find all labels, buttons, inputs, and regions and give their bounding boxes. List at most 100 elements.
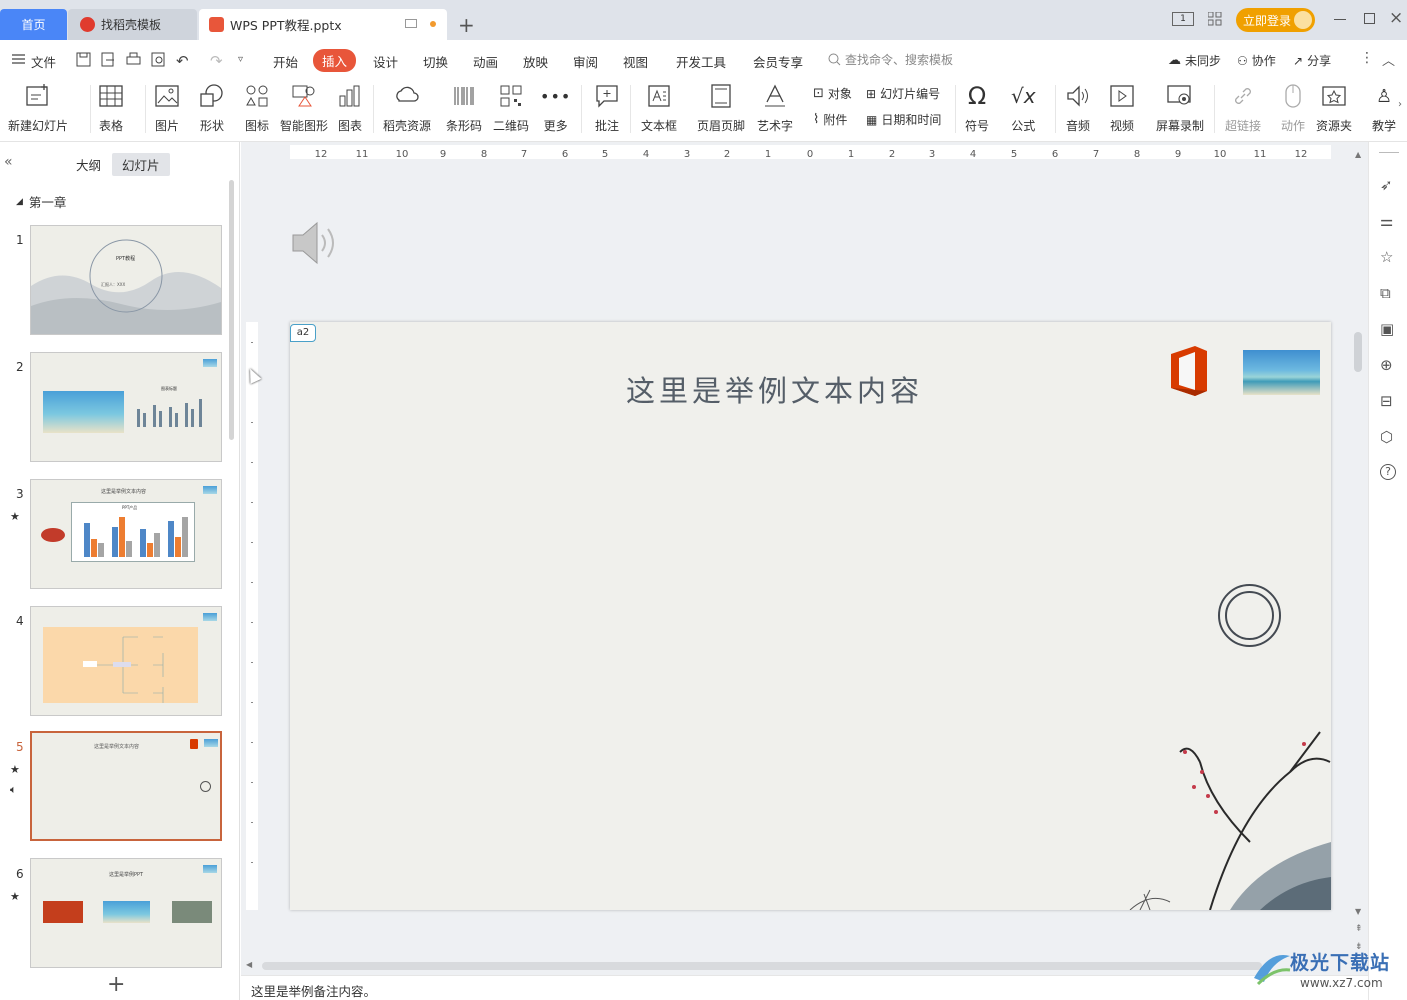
video-button[interactable]: 视频 xyxy=(1110,81,1134,134)
close-button[interactable]: × xyxy=(1389,8,1403,28)
layout-switch-icon[interactable]: 1 xyxy=(1172,12,1194,26)
hyperlink-button[interactable]: 超链接 xyxy=(1225,81,1261,134)
shape-button[interactable]: 形状 xyxy=(199,81,225,134)
collapse-ribbon-icon[interactable]: ︿ xyxy=(1382,50,1395,69)
tab-slides[interactable]: 幻灯片 xyxy=(112,153,170,176)
undo-icon[interactable]: ↶ xyxy=(176,52,189,70)
rocket-icon[interactable]: ➶ xyxy=(1380,176,1393,194)
picture-button[interactable]: 图片 xyxy=(155,81,179,134)
object-button[interactable]: ⊡ 对象 xyxy=(813,85,852,102)
more-button[interactable]: ••• 更多 xyxy=(540,81,571,134)
menu-slideshow[interactable]: 放映 xyxy=(523,52,548,71)
tab-template-store[interactable]: 找稻壳模板 xyxy=(68,9,197,40)
share-button[interactable]: ↗ 分享 xyxy=(1293,52,1331,69)
maximize-button[interactable] xyxy=(1364,13,1375,24)
prev-slide-icon[interactable]: ⇞ xyxy=(1355,924,1363,934)
section-header[interactable]: ◢ 第一章 xyxy=(16,192,66,211)
office-logo[interactable] xyxy=(1167,344,1211,398)
formula-button[interactable]: √x 公式 xyxy=(1011,81,1036,134)
animation-star-icon[interactable]: ★ xyxy=(10,763,20,776)
panel-scrollbar[interactable] xyxy=(229,180,234,440)
menu-start[interactable]: 开始 xyxy=(273,52,298,71)
tab-home[interactable]: 首页 xyxy=(0,9,67,40)
ink-plum-blossom-image[interactable] xyxy=(1090,692,1331,910)
animation-star-icon[interactable]: ★ xyxy=(10,890,20,903)
print-preview-icon[interactable] xyxy=(151,52,166,67)
collab-button[interactable]: ⚇ 协作 xyxy=(1237,52,1276,69)
symbol-button[interactable]: Ω 符号 xyxy=(965,81,989,134)
collapse-panel-icon[interactable]: « xyxy=(4,154,13,170)
resource-folder-button[interactable]: 资源夹 xyxy=(1316,81,1352,134)
audio-button[interactable]: 音频 xyxy=(1065,81,1091,134)
slide-thumbnail-1[interactable]: PPT教程 汇报人：XXX xyxy=(30,225,222,335)
horizontal-ruler[interactable]: 12 11 10 9 8 7 6 5 4 3 2 1 0 1 2 3 4 5 6 7 8 9 10 11 12 xyxy=(290,145,1331,159)
animation-star-outline-icon[interactable]: ☆ xyxy=(1380,248,1393,266)
barcode-button[interactable]: 条形码 xyxy=(446,81,482,134)
sync-button[interactable]: ☁ 未同步 xyxy=(1168,52,1221,69)
table-button[interactable]: 表格 xyxy=(99,81,123,134)
smart-shape-button[interactable]: 智能图形 xyxy=(280,81,328,134)
action-button[interactable]: 动作 xyxy=(1281,81,1305,134)
audio-speaker-icon[interactable] xyxy=(290,219,342,267)
notes-area[interactable]: 这里是举例备注内容。 xyxy=(241,975,1368,1000)
teach-button[interactable]: ♙ 教学 xyxy=(1372,81,1396,134)
ring-shape[interactable] xyxy=(1218,584,1281,647)
qrcode-button[interactable]: 二维码 xyxy=(493,81,529,134)
comment-button[interactable]: 批注 xyxy=(595,81,619,134)
image-adjust-icon[interactable]: ▣ xyxy=(1380,320,1394,338)
save-icon[interactable] xyxy=(76,52,91,67)
search-command[interactable]: 查找命令、搜索模板 xyxy=(828,51,953,68)
textbox-button[interactable]: 文本框 xyxy=(641,81,677,134)
slide-switch-icon[interactable]: ⧉ xyxy=(1380,284,1391,302)
new-tab-button[interactable]: + xyxy=(458,13,475,37)
add-slide-button[interactable]: + xyxy=(107,972,125,997)
animation-star-icon[interactable]: ★ xyxy=(10,510,20,523)
help-icon[interactable]: ? xyxy=(1380,464,1396,480)
datetime-button[interactable]: ▦ 日期和时间 xyxy=(866,111,941,128)
slide-thumbnail-2[interactable]: 图表标题 xyxy=(30,352,222,462)
tab-outline[interactable]: 大纲 xyxy=(76,155,101,174)
slide-title[interactable]: 这里是举例文本内容 xyxy=(626,368,923,410)
menu-insert[interactable]: 插入 xyxy=(313,49,357,72)
tab-document[interactable]: WPS PPT教程.pptx xyxy=(199,9,447,40)
monitor-icon[interactable] xyxy=(405,19,417,28)
current-slide[interactable]: a2 这里是举例文本内容 xyxy=(290,322,1331,910)
editor-scroll-down-icon[interactable]: ▼ xyxy=(1355,907,1361,916)
icon-button[interactable]: 图标 xyxy=(245,81,269,134)
redo-icon[interactable]: ↷ xyxy=(210,52,223,70)
login-button[interactable]: 立即登录 xyxy=(1236,8,1315,32)
editor-vertical-scrollbar[interactable] xyxy=(1354,332,1362,372)
slide-number-button[interactable]: ⊞ 幻灯片编号 xyxy=(866,85,940,102)
menu-design[interactable]: 设计 xyxy=(373,52,398,71)
cube-icon[interactable]: ⬡ xyxy=(1380,428,1393,446)
screen-record-button[interactable]: 屏幕录制 xyxy=(1156,81,1204,134)
comment-tag[interactable]: a2 xyxy=(290,324,316,342)
book-search-icon[interactable]: ⊟ xyxy=(1380,392,1393,410)
attachment-button[interactable]: ⌇ 附件 xyxy=(813,111,847,128)
menu-view[interactable]: 视图 xyxy=(623,52,648,71)
minimize-button[interactable] xyxy=(1334,19,1346,20)
customize-dropdown-icon[interactable]: ▿ xyxy=(238,54,243,65)
slide-thumbnail-4[interactable] xyxy=(30,606,222,716)
vertical-ruler[interactable] xyxy=(246,322,258,910)
wordart-button[interactable]: 艺术字 xyxy=(757,81,793,134)
slide-thumbnail-3[interactable]: 这里是举例文本内容 PPT产品 xyxy=(30,479,222,589)
settings-sliders-icon[interactable]: ⚌ xyxy=(1380,212,1393,230)
grid-apps-icon[interactable] xyxy=(1208,12,1222,26)
print-icon[interactable] xyxy=(126,52,141,67)
editor-horizontal-scrollbar[interactable] xyxy=(262,962,1262,970)
daoke-resource-button[interactable]: 稻壳资源 xyxy=(383,81,431,134)
slide-thumbnail-6[interactable]: 这里是举例PPT xyxy=(30,858,222,968)
scroll-left-icon[interactable]: ◀ xyxy=(246,960,252,969)
hamburger-icon[interactable] xyxy=(12,54,25,64)
notes-text[interactable]: 这里是举例备注内容。 xyxy=(251,981,376,1000)
menu-review[interactable]: 审阅 xyxy=(573,52,598,71)
new-slide-button[interactable]: 新建幻灯片 xyxy=(8,81,68,134)
editor-scroll-up-icon[interactable]: ▲ xyxy=(1355,150,1361,159)
beach-image[interactable] xyxy=(1243,350,1320,395)
map-pin-icon[interactable]: ⊕ xyxy=(1380,356,1393,374)
export-pdf-icon[interactable] xyxy=(101,52,116,67)
slide-thumbnail-5[interactable]: 这里是举例文本内容 xyxy=(30,731,222,841)
menu-devtools[interactable]: 开发工具 xyxy=(676,52,726,71)
menu-transition[interactable]: 切换 xyxy=(423,52,448,71)
